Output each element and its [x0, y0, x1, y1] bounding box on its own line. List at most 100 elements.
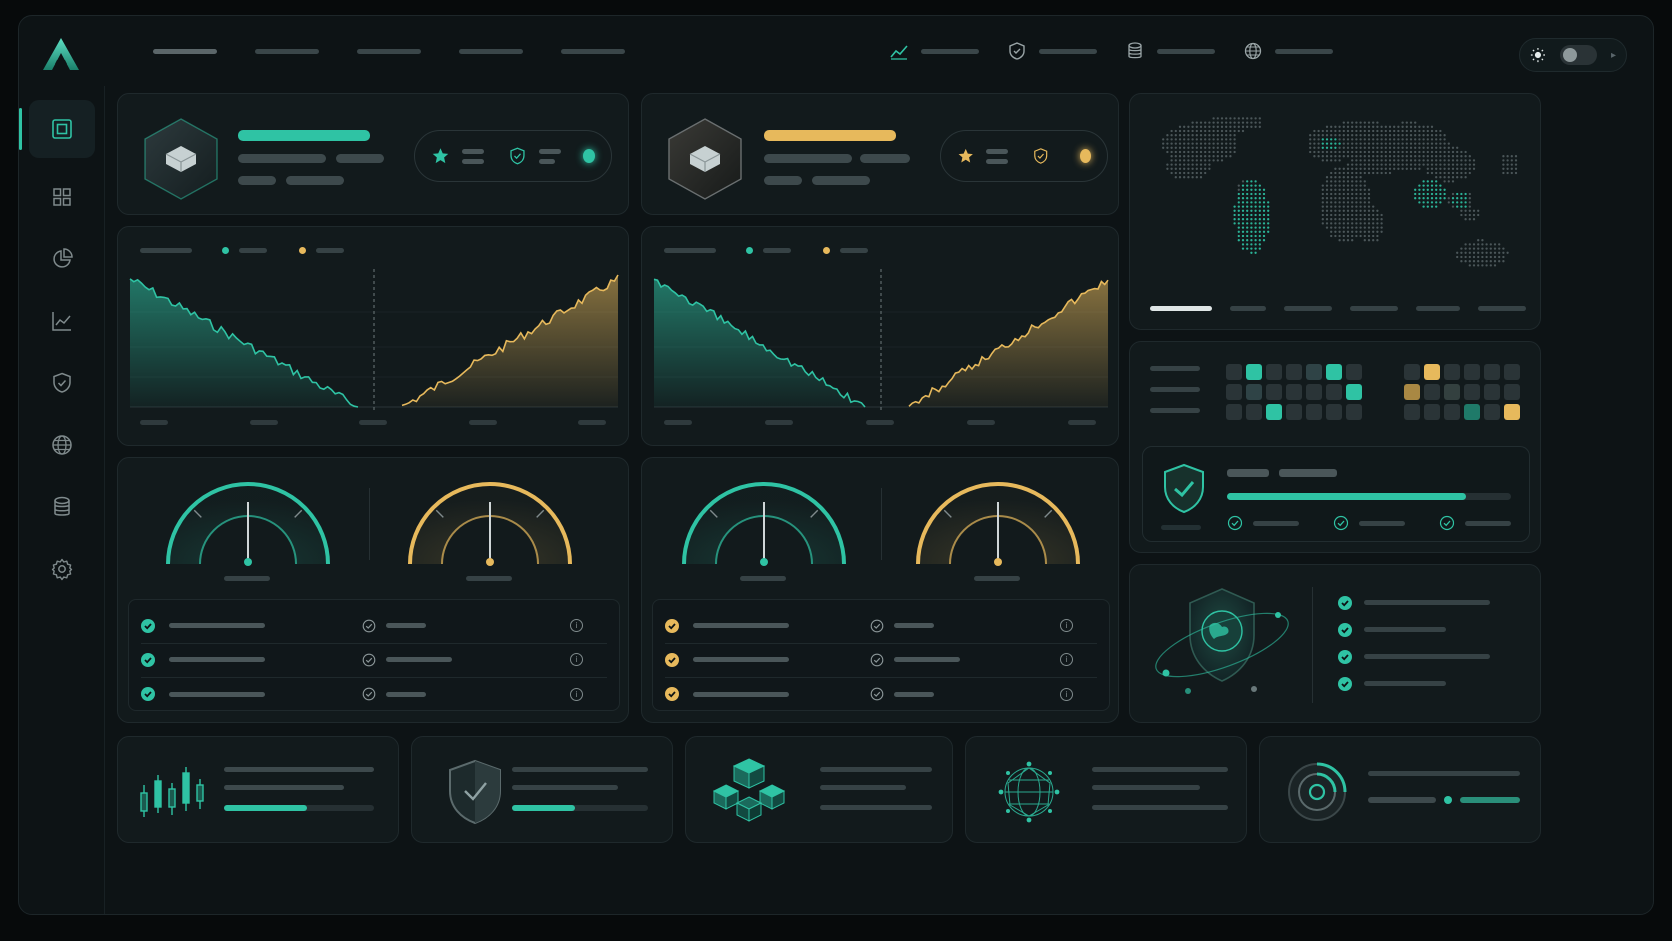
check-circle-icon: [1333, 515, 1349, 531]
map-tab[interactable]: [1230, 306, 1266, 311]
cube-hexagon-icon: [668, 118, 742, 200]
heatmap-cell: [1404, 404, 1420, 420]
asset-status-pill[interactable]: [940, 130, 1108, 182]
sidebar-item-grid[interactable]: [29, 168, 95, 226]
heatmap-cell: [1464, 364, 1480, 380]
heatmap-cell: [1444, 364, 1460, 380]
heatmap-cell: [1326, 404, 1342, 420]
gauge-card[interactable]: i i i: [641, 457, 1119, 723]
check-badge-icon: [1338, 622, 1352, 637]
toolbar-database[interactable]: [1125, 38, 1215, 64]
gauge-label: [740, 576, 786, 581]
heatmap-cell: [1226, 404, 1242, 420]
gauge-label: [224, 576, 270, 581]
shield-icon: [1034, 148, 1048, 164]
world-map-card[interactable]: [1129, 93, 1541, 330]
asset-meta-bar: [812, 176, 870, 185]
map-tab[interactable]: [1416, 306, 1460, 311]
toolbar-security[interactable]: [1007, 38, 1097, 64]
gauge-card[interactable]: i i i: [117, 457, 629, 723]
sidebar: [19, 86, 105, 914]
sidebar-item-reports[interactable]: [29, 230, 95, 288]
sidebar-item-storage[interactable]: [29, 478, 95, 536]
check-badge-icon: [665, 687, 679, 701]
map-tab[interactable]: [1284, 306, 1332, 311]
bottom-card-monitor[interactable]: [1259, 736, 1541, 843]
check-circle-icon: [362, 653, 376, 666]
line-chart-icon: [52, 312, 71, 331]
divider: [881, 488, 882, 560]
toolbar-label: [1157, 48, 1215, 54]
bottom-card-trading[interactable]: [117, 736, 399, 843]
checklist-row[interactable]: i: [665, 676, 1097, 712]
bottom-card-security[interactable]: [411, 736, 673, 843]
nav-link-2[interactable]: [255, 49, 319, 54]
chart-line-icon: [890, 45, 908, 60]
map-tab[interactable]: [1350, 306, 1398, 311]
checklist-panel: i i i: [652, 599, 1110, 711]
map-tabs: [1150, 306, 1526, 311]
heatmap-cell: [1266, 364, 1282, 380]
check-badge-icon: [1338, 676, 1352, 691]
sidebar-item-dashboard[interactable]: [19, 100, 95, 158]
heatmap-cell: [1246, 404, 1262, 420]
shield-icon: [510, 147, 525, 165]
asset-card[interactable]: [117, 93, 629, 215]
info-icon[interactable]: i: [570, 619, 583, 632]
info-icon[interactable]: i: [1060, 653, 1073, 666]
sidebar-item-settings[interactable]: [29, 540, 95, 598]
asset-meta-bar: [764, 176, 802, 185]
heatmap-cell: [1286, 404, 1302, 420]
info-icon[interactable]: i: [1060, 687, 1073, 701]
area-chart: [653, 269, 1109, 413]
check-badge-icon: [1338, 595, 1352, 610]
nav-link-3[interactable]: [357, 49, 421, 54]
sidebar-item-security[interactable]: [29, 354, 95, 412]
area-chart-card[interactable]: [641, 226, 1119, 446]
asset-meta-bar: [286, 176, 344, 185]
toolbar-label: [1039, 48, 1097, 54]
cube-hexagon-icon: [144, 118, 218, 200]
asset-card[interactable]: [641, 93, 1119, 215]
globe-icon: [52, 435, 72, 455]
progress-bar: [224, 805, 374, 811]
map-tab-active[interactable]: [1150, 306, 1212, 311]
area-chart: [129, 269, 619, 413]
checklist-row[interactable]: i: [665, 608, 1097, 644]
checklist-row[interactable]: i: [665, 642, 1097, 678]
heatmap-cell: [1306, 404, 1322, 420]
bottom-card-blocks[interactable]: [685, 736, 953, 843]
theme-switcher[interactable]: ▸: [1519, 38, 1627, 72]
checklist-row[interactable]: i: [141, 676, 607, 712]
heatmap-cell: [1246, 384, 1262, 400]
info-icon[interactable]: i: [1060, 619, 1073, 632]
nav-link-4[interactable]: [459, 49, 523, 54]
sidebar-item-analytics[interactable]: [29, 292, 95, 350]
heatmap-cell: [1444, 384, 1460, 400]
nav-link-5[interactable]: [561, 49, 625, 54]
nav-link-1[interactable]: [153, 49, 217, 54]
area-chart-card[interactable]: [117, 226, 629, 446]
toolbar-analytics[interactable]: [889, 38, 979, 64]
info-icon[interactable]: i: [570, 687, 583, 701]
heatmap-cell: [1404, 384, 1420, 400]
sidebar-item-network[interactable]: [29, 416, 95, 474]
checklist-row[interactable]: i: [141, 642, 607, 678]
theme-toggle[interactable]: [1559, 45, 1597, 65]
check-circle-icon: [1227, 515, 1243, 531]
asset-status-pill[interactable]: [414, 130, 612, 182]
checklist-row[interactable]: i: [141, 608, 607, 644]
logo-a-icon[interactable]: [41, 36, 81, 72]
globe-shield-icon: [1155, 588, 1289, 694]
info-icon[interactable]: i: [570, 653, 583, 666]
heatmap-card[interactable]: [1129, 341, 1541, 553]
shield-icon: [449, 759, 501, 825]
globe-security-card[interactable]: [1129, 564, 1541, 723]
map-tab[interactable]: [1478, 306, 1526, 311]
heatmap-labels: [1150, 366, 1200, 413]
star-icon: [958, 148, 973, 163]
network-globe-icon: [998, 761, 1060, 823]
toolbar-network[interactable]: [1243, 38, 1333, 64]
check-circle-icon: [870, 653, 884, 666]
bottom-card-network[interactable]: [965, 736, 1247, 843]
